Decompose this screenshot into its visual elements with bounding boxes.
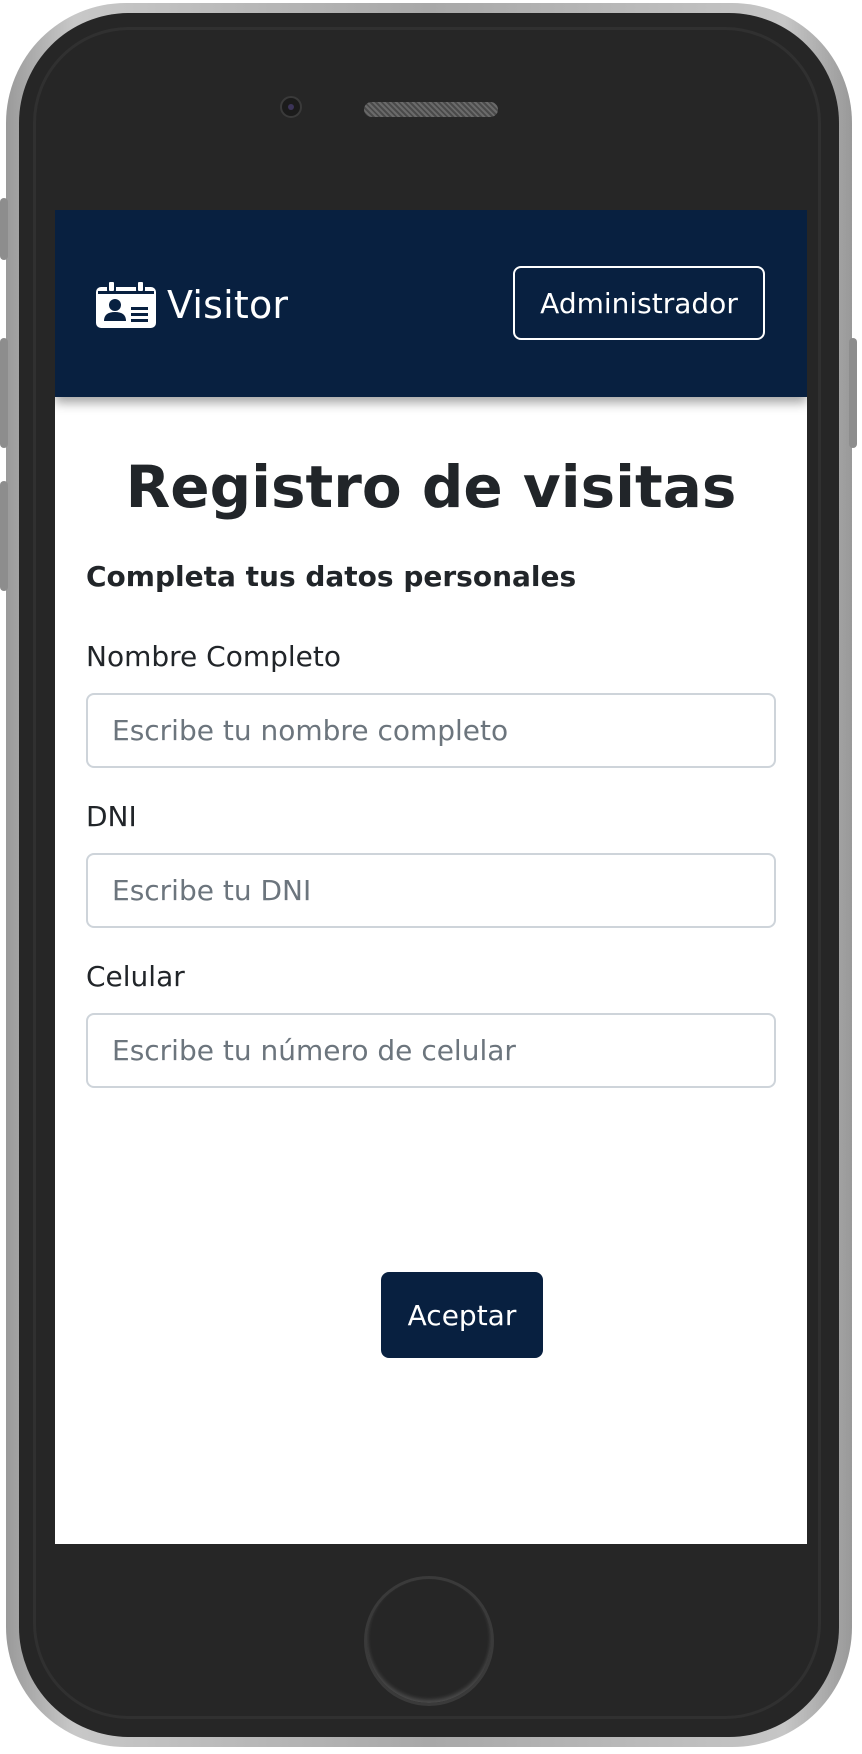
administrator-button[interactable]: Administrador: [513, 266, 765, 340]
brand-name: Visitor: [167, 283, 289, 327]
accept-button[interactable]: Aceptar: [381, 1272, 543, 1358]
page-title: Registro de visitas: [125, 453, 737, 521]
full-name-label: Nombre Completo: [86, 640, 341, 673]
home-button[interactable]: [364, 1576, 494, 1706]
phone-label: Celular: [86, 960, 185, 993]
dni-input[interactable]: [86, 853, 776, 928]
mute-switch: [0, 198, 8, 260]
power-button: [849, 338, 857, 448]
dni-label: DNI: [86, 800, 137, 833]
id-card-icon: [96, 281, 156, 328]
form-subtitle: Completa tus datos personales: [86, 560, 577, 593]
phone-screen: Visitor Administrador Registro de visita…: [55, 210, 807, 1544]
volume-up-button: [0, 338, 8, 448]
full-name-input[interactable]: [86, 693, 776, 768]
volume-down-button: [0, 481, 8, 591]
speaker-grille: [364, 102, 498, 117]
brand[interactable]: Visitor: [95, 280, 288, 330]
front-camera-icon: [280, 96, 302, 118]
phone-number-input[interactable]: [86, 1013, 776, 1088]
navbar: Visitor Administrador: [55, 210, 807, 397]
